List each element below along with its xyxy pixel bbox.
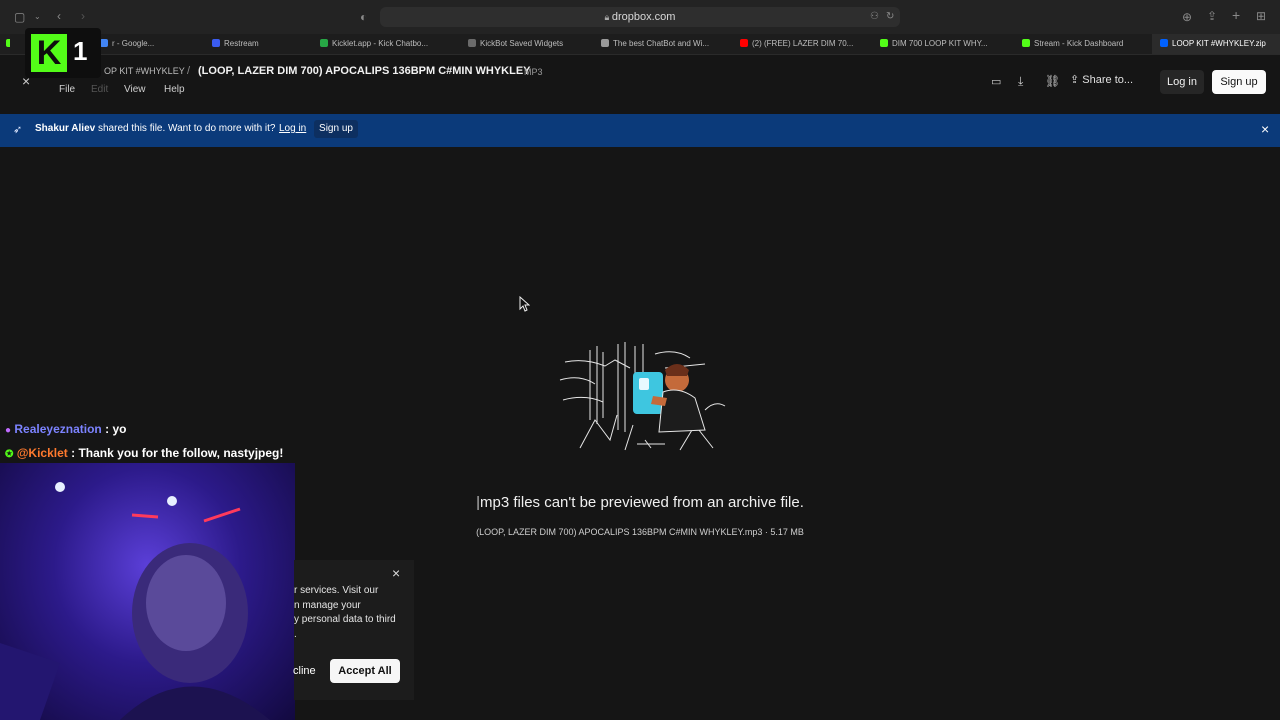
mouse-cursor-icon <box>519 296 530 312</box>
breadcrumb-separator: / <box>187 65 191 77</box>
comment-icon[interactable]: ▭ <box>991 75 1001 88</box>
chat-message: ● Realeyeznation : yo <box>5 422 127 436</box>
tab-kicklet[interactable]: Kicklet.app - Kick Chatbo... <box>320 34 460 54</box>
tab-pinned[interactable] <box>0 34 10 54</box>
tab-strip: r - Google... Restream Kicklet.app - Kic… <box>0 34 1280 55</box>
tab-kickbot[interactable]: KickBot Saved Widgets <box>468 34 593 54</box>
banner-signup-button[interactable]: Sign up <box>314 120 358 138</box>
translate-icon[interactable]: ⚇ <box>870 9 879 25</box>
breadcrumb-parent[interactable]: OP KIT #WHYKLEY <box>104 66 185 76</box>
tab-restream[interactable]: Restream <box>212 34 307 54</box>
accept-all-button[interactable]: Accept All <box>330 659 400 683</box>
favicon-icon <box>601 39 609 47</box>
link-icon[interactable]: ⛓ <box>1045 74 1060 88</box>
kick-logo: K <box>31 34 67 72</box>
new-tab-icon[interactable]: + <box>1232 7 1240 23</box>
banner-message: shared this file. Want to do more with i… <box>95 123 276 134</box>
chat-username: Realeyeznation <box>14 422 102 436</box>
tab-youtube[interactable]: (2) (FREE) LAZER DIM 70... <box>740 34 870 54</box>
share-icon[interactable]: ⇪ <box>1207 8 1217 24</box>
download-icon[interactable]: ⊕ <box>1182 9 1192 25</box>
banner-text: Shakur Aliev shared this file. Want to d… <box>35 123 275 134</box>
menu-edit: Edit <box>91 84 109 95</box>
banner-sharer: Shakur Aliev <box>35 123 96 134</box>
shield-icon[interactable]: ◐ <box>360 9 367 25</box>
share-banner: ➶ Shakur Aliev shared this file. Want to… <box>0 114 1280 147</box>
download-icon[interactable]: ⤓ <box>1018 74 1023 89</box>
menu-help[interactable]: Help <box>164 84 185 95</box>
menu-file[interactable]: File <box>59 84 75 95</box>
close-cookie-icon[interactable]: × <box>392 565 400 581</box>
webcam-feed <box>0 482 270 720</box>
tab-loopkit[interactable]: DIM 700 LOOP KIT WHY... <box>880 34 1010 54</box>
mic-icon: ● <box>5 425 12 436</box>
back-icon[interactable]: ‹ <box>57 8 61 24</box>
share-button[interactable]: ⇪ Share to... <box>1070 73 1133 86</box>
tab-overview-icon[interactable]: ⊞ <box>1256 8 1266 24</box>
chat-text: yo <box>112 422 127 436</box>
url-text: dropbox.com <box>611 11 676 23</box>
tab-chatbot[interactable]: The best ChatBot and Wi... <box>601 34 731 54</box>
favicon-icon <box>468 39 476 47</box>
tab-kick-dashboard[interactable]: Stream - Kick Dashboard <box>1022 34 1152 54</box>
favicon-icon <box>320 39 328 47</box>
file-title: (LOOP, LAZER DIM 700) APOCALIPS 136BPM C… <box>198 65 531 77</box>
follower-count: 1 <box>73 36 88 66</box>
favicon-icon <box>100 39 108 47</box>
tab-dropbox-active[interactable]: LOOP KIT #WHYKLEY.zip <box>1152 34 1280 54</box>
banner-login-link[interactable]: Log in <box>279 123 306 134</box>
close-banner-icon[interactable]: × <box>1261 121 1269 137</box>
decline-button[interactable]: cline <box>293 659 323 683</box>
favicon-icon <box>880 39 888 47</box>
favicon-icon <box>1160 39 1168 47</box>
favicon-icon <box>212 39 220 47</box>
cookie-text: r services. Visit our n manage your y pe… <box>294 585 396 640</box>
lock-icon: 🔒︎ <box>604 12 612 22</box>
kick-follower-badge: K 1 <box>25 28 101 78</box>
bot-badge-icon: ✪ <box>5 449 14 460</box>
login-button[interactable]: Log in <box>1160 70 1204 94</box>
favicon-icon <box>1022 39 1030 47</box>
file-extension: MP3 <box>524 67 543 77</box>
sidebar-toggle-icon[interactable]: ▢ <box>14 9 25 25</box>
browser-toolbar: ▢ ⌄ ‹ › ◐ 🔒︎ dropbox.com ⚇ ↻ ⊕ ⇪ + ⊞ <box>0 0 1280 34</box>
favicon-icon <box>740 39 748 47</box>
tab-google[interactable]: r - Google... <box>100 34 195 54</box>
menu-view[interactable]: View <box>124 84 146 95</box>
share-icon: ⇪ <box>1070 74 1083 86</box>
chevron-down-icon[interactable]: ⌄ <box>34 9 41 25</box>
address-bar[interactable]: 🔒︎ dropbox.com ⚇ ↻ <box>380 7 900 27</box>
preview-illustration <box>559 342 726 451</box>
chat-text: Thank you for the follow, nastyjpeg! <box>78 446 284 460</box>
rocket-icon: ➶ <box>13 124 23 136</box>
reload-icon[interactable]: ↻ <box>886 9 894 25</box>
chat-message: ✪ @Kicklet : Thank you for the follow, n… <box>5 446 284 460</box>
webcam-overlay <box>0 463 295 720</box>
chat-username: @Kicklet <box>16 446 68 460</box>
signup-button[interactable]: Sign up <box>1212 70 1266 94</box>
forward-icon[interactable]: › <box>81 8 85 24</box>
